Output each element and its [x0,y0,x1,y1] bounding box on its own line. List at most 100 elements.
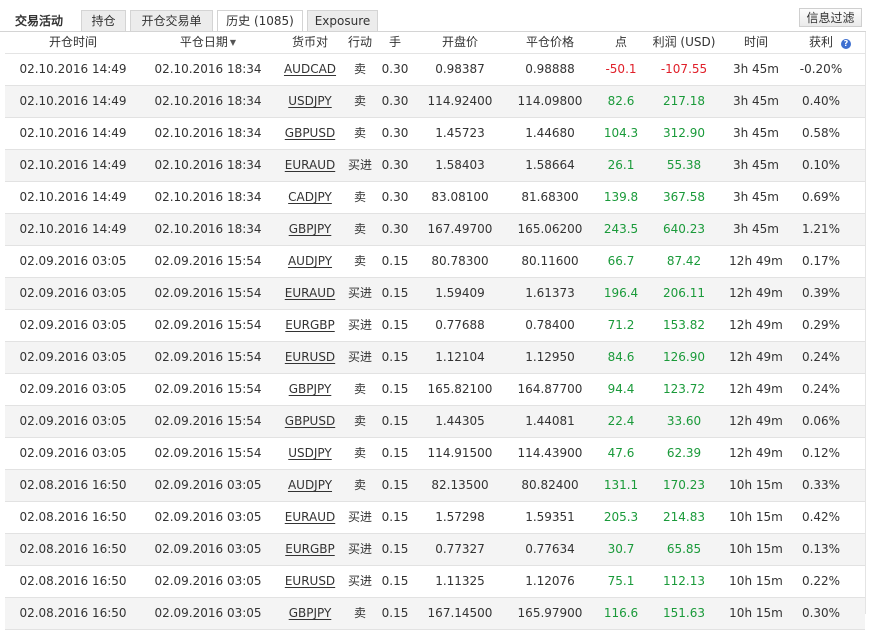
symbol-link-text[interactable]: GBPJPY [289,382,332,396]
close-price-cell-text: 1.12076 [525,574,575,588]
symbol-link-text[interactable]: GBPUSD [285,414,335,428]
symbol-link[interactable]: USDJPY [275,86,345,117]
symbol-link[interactable]: EURGBP [275,310,345,341]
symbol-link-text[interactable]: AUDJPY [288,254,332,268]
table-row[interactable]: 02.09.2016 03:05 02.09.2016 15:54 EURAUD 买进… [5,278,865,310]
profit-cell: 214.83 [647,502,721,533]
col-profit[interactable]: 利润 (USD) [647,32,721,53]
col-close-date[interactable]: 平仓日期 ▼ [141,32,275,53]
filter-button[interactable]: 信息过滤 [799,8,862,27]
symbol-link-text[interactable]: USDJPY [288,94,331,108]
symbol-link[interactable]: GBPUSD [275,118,345,149]
close-date-cell-text: 02.09.2016 03:05 [154,606,262,620]
close-price-cell: 1.12950 [505,342,595,373]
col-open-time[interactable]: 开仓时间 [5,32,141,53]
open-price-cell-text: 83.08100 [431,190,489,204]
symbol-link-text[interactable]: EURAUD [285,286,335,300]
table-row[interactable]: 02.08.2016 16:50 02.09.2016 03:05 EURGBP 买进… [5,534,865,566]
symbol-link[interactable]: EURAUD [275,150,345,181]
gain-cell: 0.24% [791,342,851,373]
table-row[interactable]: 02.10.2016 14:49 02.10.2016 18:34 EURAUD 买进… [5,150,865,182]
symbol-link[interactable]: AUDJPY [275,470,345,501]
tab-open-orders[interactable]: 开仓交易单 [130,10,213,31]
table-row[interactable]: 02.08.2016 16:50 02.09.2016 03:05 GBPJPY 卖 0… [5,598,865,630]
col-open-price[interactable]: 开盘价 [415,32,505,53]
symbol-link[interactable]: GBPUSD [275,406,345,437]
table-row[interactable]: 02.09.2016 03:05 02.09.2016 15:54 EURUSD 买进… [5,342,865,374]
close-date-cell: 02.09.2016 15:54 [141,278,275,309]
col-symbol[interactable]: 货币对 [275,32,345,53]
volume-cell: 0.30 [375,118,415,149]
table-row[interactable]: 02.09.2016 03:05 02.09.2016 15:54 AUDJPY 卖 0… [5,246,865,278]
close-date-cell: 02.09.2016 03:05 [141,566,275,597]
symbol-link[interactable]: GBPJPY [275,374,345,405]
symbol-link-text[interactable]: EURGBP [285,318,334,332]
col-close-price[interactable]: 平仓价格 [505,32,595,53]
symbol-link-text[interactable]: EURGBP [285,542,334,556]
symbol-link-text[interactable]: EURUSD [285,350,335,364]
symbol-link[interactable]: EURAUD [275,502,345,533]
symbol-link-text[interactable]: CADJPY [288,190,332,204]
action-cell-text: 卖 [353,446,366,460]
table-row[interactable]: 02.09.2016 03:05 02.09.2016 15:54 USDJPY 卖 0… [5,438,865,470]
symbol-link-text[interactable]: AUDCAD [284,62,336,76]
symbol-link-text[interactable]: GBPJPY [289,606,332,620]
duration-cell-text: 12h 49m [729,446,783,460]
close-price-cell: 0.98888 [505,54,595,85]
gain-cell-text: 0.24% [801,350,841,364]
symbol-link[interactable]: AUDJPY [275,246,345,277]
points-cell-text: 26.1 [607,158,635,172]
help-button[interactable]: ? [838,32,854,53]
profit-cell: 312.90 [647,118,721,149]
table-row[interactable]: 02.08.2016 16:50 02.09.2016 03:05 EURAUD 买进… [5,502,865,534]
col-points[interactable]: 点 [595,32,647,53]
table-row[interactable]: 02.08.2016 16:50 02.09.2016 03:05 AUDJPY 卖 0… [5,470,865,502]
points-cell: 196.4 [595,278,647,309]
table-row[interactable]: 02.10.2016 14:49 02.10.2016 18:34 GBPUSD 卖 0… [5,118,865,150]
col-action[interactable]: 行动 [345,32,375,53]
table-row[interactable]: 02.08.2016 16:50 02.09.2016 03:05 EURUSD 买进… [5,566,865,598]
symbol-link[interactable]: USDJPY [275,438,345,469]
table-row[interactable]: 02.09.2016 03:05 02.09.2016 15:54 GBPUSD 卖 0… [5,406,865,438]
symbol-link-text[interactable]: EURAUD [285,158,335,172]
action-cell-text: 卖 [353,254,366,268]
profit-cell-text: 62.39 [666,446,702,460]
table-row[interactable]: 02.10.2016 14:49 02.10.2016 18:34 USDJPY 卖 0… [5,86,865,118]
table-row[interactable]: 02.10.2016 14:49 02.10.2016 18:34 CADJPY 卖 0… [5,182,865,214]
symbol-link[interactable]: EURAUD [275,278,345,309]
table-row[interactable]: 02.09.2016 03:05 02.09.2016 15:54 EURGBP 买进… [5,310,865,342]
duration-cell: 3h 45m [721,118,791,149]
open-price-cell: 1.44305 [415,406,505,437]
symbol-link[interactable]: CADJPY [275,182,345,213]
symbol-link-text[interactable]: GBPUSD [285,126,335,140]
table-row[interactable]: 02.09.2016 03:05 02.09.2016 15:54 GBPJPY 卖 0… [5,374,865,406]
symbol-link[interactable]: EURGBP [275,534,345,565]
gain-cell: 0.33% [791,470,851,501]
close-price-cell: 1.44081 [505,406,595,437]
duration-cell: 3h 45m [721,150,791,181]
tab-exposure[interactable]: Exposure [307,10,378,31]
volume-cell-text: 0.15 [381,542,409,556]
tab-history[interactable]: 历史 (1085) [217,10,303,32]
symbol-link-text[interactable]: AUDJPY [288,478,332,492]
close-date-cell-text: 02.10.2016 18:34 [154,222,262,236]
symbol-link[interactable]: AUDCAD [275,54,345,85]
symbol-link[interactable]: GBPJPY [275,214,345,245]
action-cell-text: 卖 [353,478,366,492]
symbol-link-text[interactable]: EURAUD [285,510,335,524]
open-price-cell: 114.92400 [415,86,505,117]
action-cell: 买进 [345,342,375,373]
tab-positions[interactable]: 持仓 [81,10,126,31]
points-cell: 243.5 [595,214,647,245]
symbol-link-text[interactable]: EURUSD [285,574,335,588]
volume-cell: 0.15 [375,534,415,565]
symbol-link[interactable]: EURUSD [275,342,345,373]
symbol-link-text[interactable]: GBPJPY [289,222,332,236]
col-volume[interactable]: 手 [375,32,415,53]
col-time[interactable]: 时间 [721,32,791,53]
symbol-link[interactable]: EURUSD [275,566,345,597]
table-row[interactable]: 02.10.2016 14:49 02.10.2016 18:34 AUDCAD 卖 0… [5,54,865,86]
open-price-cell-text: 165.82100 [427,382,493,396]
symbol-link-text[interactable]: USDJPY [288,446,331,460]
table-row[interactable]: 02.10.2016 14:49 02.10.2016 18:34 GBPJPY 卖 0… [5,214,865,246]
